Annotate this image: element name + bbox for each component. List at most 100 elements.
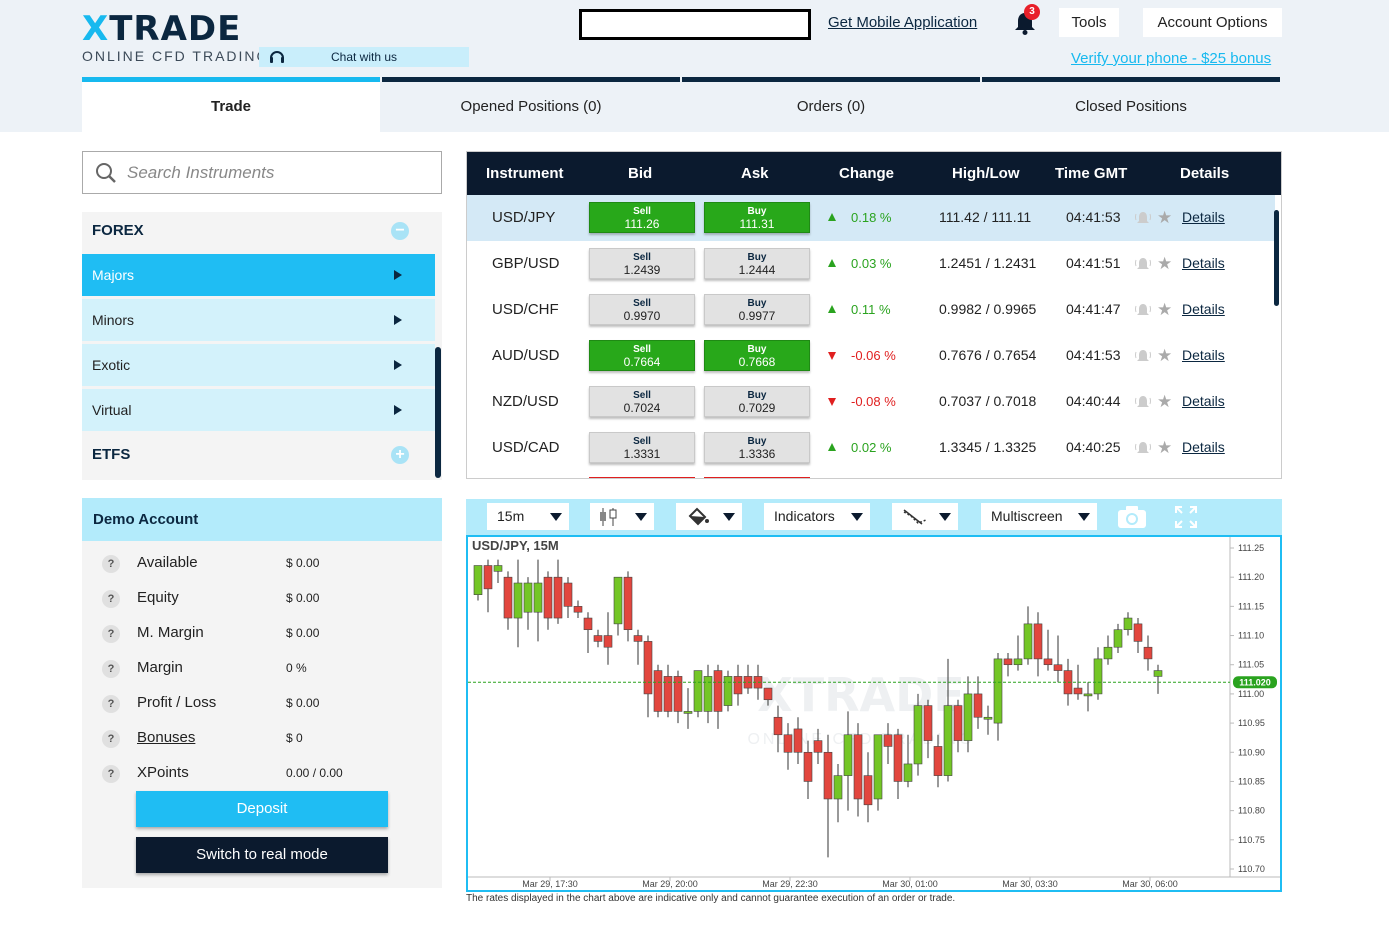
alert-bell-icon[interactable] xyxy=(1134,394,1152,413)
tab-orders[interactable]: Orders (0) xyxy=(682,77,980,132)
favorite-star-icon[interactable]: ★ xyxy=(1157,255,1172,272)
favorite-star-icon[interactable]: ★ xyxy=(1157,347,1172,364)
help-icon[interactable]: ? xyxy=(102,765,120,783)
chat-button[interactable]: Chat with us xyxy=(259,47,469,67)
favorite-star-icon[interactable]: ★ xyxy=(1157,393,1172,410)
details-link[interactable]: Details xyxy=(1182,255,1225,271)
candle-down[interactable] xyxy=(923,705,933,741)
candle-up[interactable] xyxy=(1023,623,1033,660)
favorite-star-icon[interactable]: ★ xyxy=(1157,209,1172,226)
category-etfs[interactable]: ETFS + xyxy=(82,436,435,474)
subcategory-virtual[interactable]: Virtual xyxy=(82,389,435,431)
buy-button[interactable]: Buy 1.2444 xyxy=(704,248,810,279)
candle-down[interactable] xyxy=(803,751,813,782)
switch-to-real-mode-button[interactable]: Switch to real mode xyxy=(136,837,388,873)
expand-icon[interactable]: + xyxy=(391,446,409,464)
help-icon[interactable]: ? xyxy=(102,695,120,713)
deposit-button[interactable]: Deposit xyxy=(136,791,388,827)
details-link[interactable]: Details xyxy=(1182,209,1225,225)
candle-up[interactable] xyxy=(703,676,713,712)
candle-up[interactable] xyxy=(963,693,973,741)
sell-button[interactable]: Sell 0.7024 xyxy=(589,386,695,417)
candle-down[interactable] xyxy=(773,716,783,736)
timeframe-select[interactable]: 15m xyxy=(487,503,569,530)
candle-down[interactable] xyxy=(953,705,963,741)
candle-down[interactable] xyxy=(713,670,723,712)
table-row[interactable]: USD/CHF Sell 0.9970 Buy 0.9977 0.11 % 0.9982 /… xyxy=(467,287,1275,333)
candle-down[interactable] xyxy=(1133,623,1143,642)
tab-trade[interactable]: Trade xyxy=(82,77,380,132)
help-icon[interactable]: ? xyxy=(102,730,120,748)
candle-down[interactable] xyxy=(503,576,513,619)
candle-up[interactable] xyxy=(1083,693,1093,697)
alert-bell-icon[interactable] xyxy=(1134,210,1152,229)
details-link[interactable]: Details xyxy=(1182,393,1225,409)
candle-down[interactable] xyxy=(1073,687,1083,695)
candle-down[interactable] xyxy=(483,565,493,590)
table-row[interactable]: GBP/USD Sell 1.2439 Buy 1.2444 0.03 % 1.2451 /… xyxy=(467,241,1275,287)
buy-button[interactable]: Buy 1.3336 xyxy=(704,432,810,463)
help-icon[interactable]: ? xyxy=(102,625,120,643)
candle-up[interactable] xyxy=(913,705,923,765)
alert-bell-icon[interactable] xyxy=(1134,440,1152,459)
candle-down[interactable] xyxy=(813,740,823,753)
candle-down[interactable] xyxy=(823,751,833,800)
instrument-name[interactable]: USD/CHF xyxy=(492,301,559,318)
sell-button[interactable]: Sell 0.7664 xyxy=(589,340,695,371)
candle-down[interactable] xyxy=(863,775,873,806)
candle-down[interactable] xyxy=(1053,664,1063,671)
instrument-name[interactable]: USD/JPY xyxy=(492,209,555,226)
help-icon[interactable]: ? xyxy=(102,555,120,573)
tab-opened-positions[interactable]: Opened Positions (0) xyxy=(382,77,680,132)
buy-button[interactable]: Buy 0.7668 xyxy=(704,340,810,371)
candle-down[interactable] xyxy=(733,676,743,695)
candle-down[interactable] xyxy=(573,606,583,613)
tab-closed-positions[interactable]: Closed Positions xyxy=(982,77,1280,132)
candle-up[interactable] xyxy=(903,763,913,782)
candle-up[interactable] xyxy=(1113,629,1123,648)
candle-down[interactable] xyxy=(673,676,683,712)
candle-down[interactable] xyxy=(763,687,773,701)
details-link[interactable]: Details xyxy=(1182,301,1225,317)
table-row[interactable]: USD/CAD Sell 1.3331 Buy 1.3336 0.02 % 1.3345 /… xyxy=(467,425,1275,471)
candle-up[interactable] xyxy=(533,582,543,613)
candle-up[interactable] xyxy=(523,582,533,613)
instrument-name[interactable]: NZD/USD xyxy=(492,393,559,410)
category-scrollbar[interactable] xyxy=(435,347,441,478)
candle-up[interactable] xyxy=(513,582,523,619)
candle-down[interactable] xyxy=(553,576,563,619)
subcategory-exotic[interactable]: Exotic xyxy=(82,344,435,386)
account-options-button[interactable]: Account Options xyxy=(1143,8,1282,37)
candle-down[interactable] xyxy=(643,641,653,695)
instrument-name[interactable]: USD/CAD xyxy=(492,439,560,456)
candle-up[interactable] xyxy=(683,711,693,714)
candle-up[interactable] xyxy=(493,565,503,572)
candle-down[interactable] xyxy=(933,746,943,776)
candle-up[interactable] xyxy=(693,670,703,712)
candle-down[interactable] xyxy=(653,670,663,712)
candle-down[interactable] xyxy=(603,635,613,648)
buy-button[interactable]: Buy 111.31 xyxy=(704,202,810,233)
table-row[interactable]: USD/JPY Sell 111.26 Buy 111.31 0.18 % 111.42 /… xyxy=(467,195,1275,241)
help-icon[interactable]: ? xyxy=(102,590,120,608)
candlestick-chart[interactable]: XTRADEONLINE CFD TRADING111.25111.20111.… xyxy=(468,537,1280,890)
candle-down[interactable] xyxy=(1043,658,1053,666)
get-mobile-app-link[interactable]: Get Mobile Application xyxy=(828,14,977,31)
candle-up[interactable] xyxy=(1123,617,1133,631)
search-input[interactable] xyxy=(127,158,427,188)
subcategory-majors[interactable]: Majors xyxy=(82,254,435,296)
candle-down[interactable] xyxy=(1033,623,1043,660)
candle-down[interactable] xyxy=(893,734,903,782)
candle-down[interactable] xyxy=(583,617,593,631)
candle-down[interactable] xyxy=(633,635,643,642)
collapse-icon[interactable]: − xyxy=(391,222,409,240)
buy-button[interactable]: Buy 0.9977 xyxy=(704,294,810,325)
details-link[interactable]: Details xyxy=(1182,347,1225,363)
candle-up[interactable] xyxy=(1093,658,1103,695)
sell-button[interactable]: Sell 1.3331 xyxy=(589,432,695,463)
price-chart[interactable]: XTRADEONLINE CFD TRADING111.25111.20111.… xyxy=(466,535,1282,892)
candle-up[interactable] xyxy=(1153,670,1163,677)
details-link[interactable]: Details xyxy=(1182,439,1225,455)
drawing-tools-select[interactable] xyxy=(892,503,958,530)
candle-down[interactable] xyxy=(623,576,633,631)
